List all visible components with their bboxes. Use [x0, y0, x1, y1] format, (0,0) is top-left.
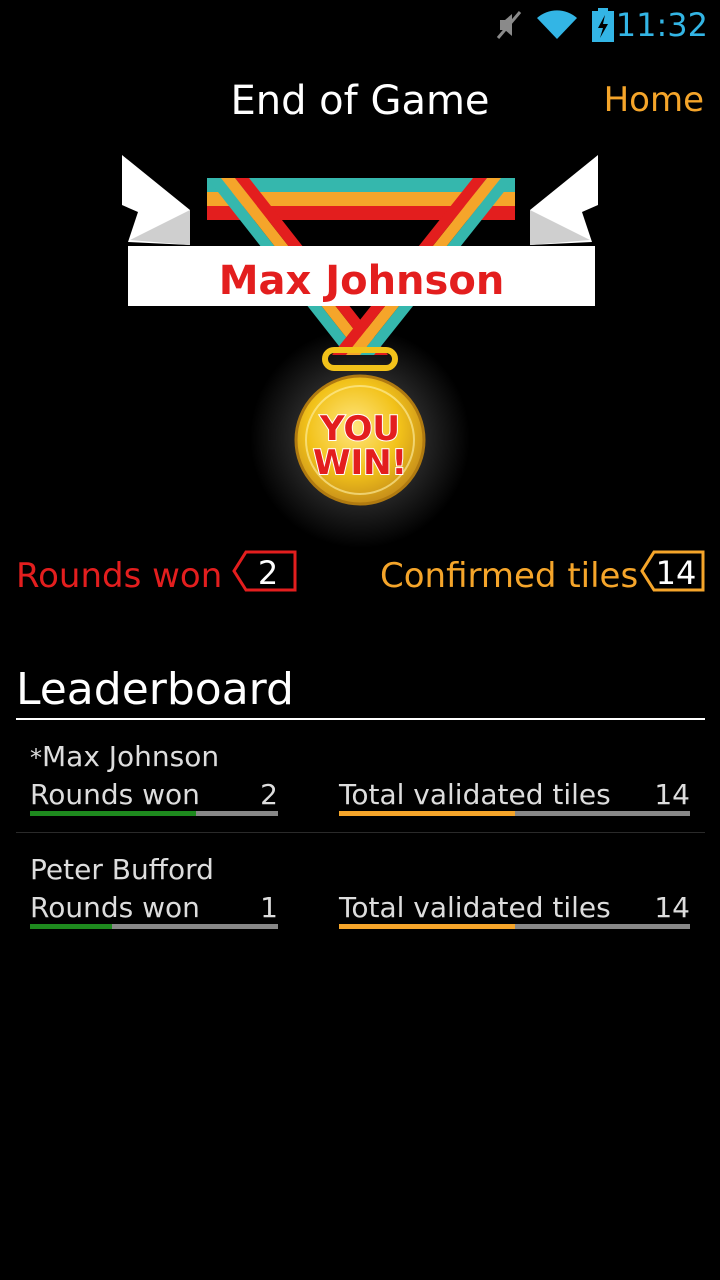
tiles-progress-fill	[339, 811, 515, 816]
leaderboard-row: Peter Bufford Rounds won 1 Total validat…	[0, 843, 720, 943]
player-name: Peter Bufford	[30, 853, 214, 886]
validated-tiles-label: Total validated tiles	[339, 778, 611, 811]
rounds-progress-bar	[30, 924, 278, 929]
wifi-icon	[537, 10, 577, 39]
status-bar: 11:32	[0, 0, 720, 50]
battery-charging-icon	[592, 8, 614, 42]
leaderboard-row: *Max Johnson Rounds won 2 Total validate…	[0, 730, 720, 830]
winner-name-banner: Max Johnson	[128, 246, 595, 306]
tiles-progress-bar	[339, 924, 690, 929]
rounds-won-label: Rounds won	[30, 778, 200, 811]
leaderboard-title: Leaderboard	[16, 664, 294, 715]
validated-tiles-value: 14	[654, 891, 690, 924]
rounds-won-label: Rounds won	[16, 556, 223, 596]
rounds-progress-fill	[30, 811, 197, 816]
medal-text-line2: WIN!	[313, 443, 407, 483]
confirmed-tiles-label: Confirmed tiles	[380, 556, 639, 596]
player-name: *Max Johnson	[30, 740, 220, 773]
leaderboard-divider	[16, 718, 705, 720]
rounds-won-value: 2	[260, 778, 278, 811]
status-time: 11:32	[615, 6, 708, 44]
rounds-won-value: 1	[260, 891, 278, 924]
mute-icon	[496, 11, 522, 39]
tiles-progress-bar	[339, 811, 690, 816]
rounds-won-label: Rounds won	[30, 891, 200, 924]
winner-medal-illustration: YOU WIN!	[122, 155, 598, 548]
confirmed-tiles-value: 14	[655, 554, 697, 592]
rounds-progress-fill	[30, 924, 112, 929]
winner-marker: *	[30, 744, 42, 772]
validated-tiles-label: Total validated tiles	[339, 891, 611, 924]
rounds-won-value: 2	[257, 554, 279, 592]
rounds-progress-bar	[30, 811, 278, 816]
tiles-progress-fill	[339, 924, 515, 929]
row-divider	[16, 832, 705, 833]
home-button[interactable]: Home	[604, 80, 704, 120]
validated-tiles-value: 14	[654, 778, 690, 811]
